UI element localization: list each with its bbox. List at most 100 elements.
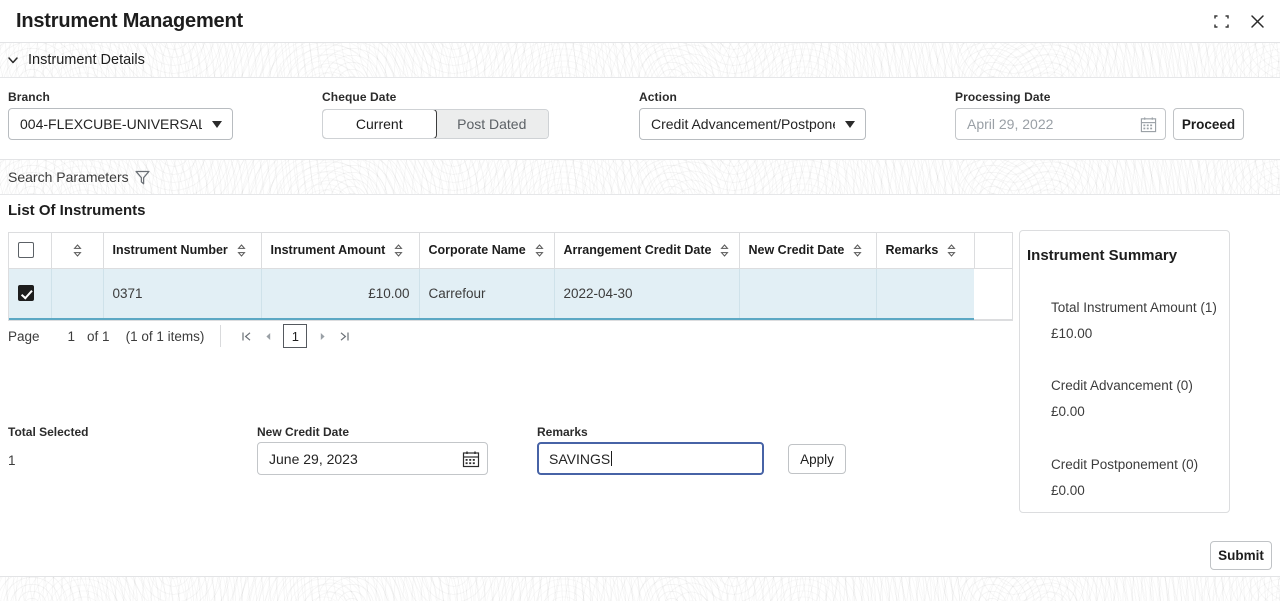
column-label: Instrument Number — [112, 243, 228, 258]
sort-icon[interactable] — [720, 243, 730, 257]
column-label: New Credit Date — [748, 243, 845, 258]
sort-icon[interactable] — [72, 243, 82, 257]
sort-icon[interactable] — [947, 243, 956, 257]
summary-item-name: Total Instrument Amount (1) — [1051, 300, 1217, 315]
column-header-instrument-number[interactable]: Instrument Number — [103, 233, 262, 269]
select-all-header — [9, 233, 52, 269]
cheque-date-option-post-dated[interactable]: Post Dated — [435, 110, 548, 138]
column-label: Corporate Name — [428, 243, 526, 258]
text-cursor — [611, 451, 613, 466]
summary-item-credit-postponement: Credit Postponement (0) £0.00 — [1051, 457, 1198, 498]
summary-item-amount: £0.00 — [1051, 404, 1085, 419]
chevron-down-icon — [845, 120, 855, 128]
pagination-page-label: Page — [8, 328, 40, 344]
new-credit-date-label: New Credit Date — [257, 425, 350, 439]
pagination-divider — [220, 325, 222, 347]
remarks-label: Remarks — [537, 425, 588, 439]
remarks-input[interactable]: SAVINGS — [537, 442, 764, 475]
table-header-row: Instrument Number Instrument Amount Corp… — [9, 233, 1012, 269]
cell-instrument-amount: £10.00 — [261, 268, 420, 320]
branch-label: Branch — [8, 90, 50, 104]
pagination-current-page[interactable]: 1 — [283, 324, 308, 348]
column-header-corporate-name[interactable]: Corporate Name — [419, 233, 555, 269]
window-controls — [1210, 0, 1268, 43]
section-title: Instrument Details — [28, 52, 145, 68]
new-credit-date-value: June 29, 2023 — [269, 450, 358, 467]
action-value: Credit Advancement/Postpone — [651, 116, 835, 132]
submit-button[interactable]: Submit — [1210, 541, 1272, 570]
summary-item-amount: £0.00 — [1051, 483, 1085, 498]
select-all-checkbox[interactable] — [18, 242, 34, 259]
pagination: Page 1 of 1 (1 of 1 items) 1 — [8, 320, 355, 352]
cell-new-credit-date — [739, 268, 877, 320]
summary-item-amount: £10.00 — [1051, 326, 1093, 341]
instrument-summary-title: Instrument Summary — [1027, 247, 1178, 264]
column-header-filler — [974, 233, 1012, 269]
last-page-icon[interactable] — [333, 324, 355, 348]
column-label: Arrangement Credit Date — [563, 243, 712, 258]
calendar-icon[interactable] — [1140, 116, 1157, 133]
action-select[interactable]: Credit Advancement/Postpone — [639, 108, 866, 140]
column-header-new-credit-date[interactable]: New Credit Date — [739, 233, 877, 269]
calendar-icon[interactable] — [462, 450, 480, 468]
footer-pattern-band — [0, 577, 1280, 601]
sort-icon[interactable] — [237, 243, 246, 257]
chevron-down-icon — [212, 120, 222, 128]
branch-value: 004-FLEXCUBE-UNIVERSAL-B — [20, 116, 202, 132]
sort-icon[interactable] — [394, 243, 403, 257]
column-header-instrument-amount[interactable]: Instrument Amount — [261, 233, 420, 269]
row-expand-cell — [51, 268, 104, 320]
expand-column-header — [51, 233, 104, 269]
search-parameters-bar: Search Parameters — [0, 160, 1280, 195]
instrument-management-window: Instrument Management Instrument Details… — [0, 0, 1280, 601]
cell-remarks — [876, 268, 974, 320]
summary-item-name: Credit Postponement (0) — [1051, 457, 1199, 472]
first-page-icon[interactable] — [235, 324, 257, 348]
proceed-button[interactable]: Proceed — [1173, 108, 1244, 140]
summary-item-credit-advancement: Credit Advancement (0) £0.00 — [1051, 378, 1193, 419]
collapse-icon[interactable] — [1210, 11, 1232, 33]
total-selected-value: 1 — [8, 453, 16, 468]
remarks-value: SAVINGS — [549, 450, 611, 467]
cell-instrument-number[interactable]: 0371 — [103, 268, 262, 320]
column-header-arrangement-credit-date[interactable]: Arrangement Credit Date — [554, 233, 740, 269]
instrument-details-form: Branch 004-FLEXCUBE-UNIVERSAL-B Cheque D… — [0, 78, 1280, 160]
cell-arrangement-credit-date: 2022-04-30 — [554, 268, 740, 320]
previous-page-icon[interactable] — [257, 324, 279, 348]
next-page-icon[interactable] — [311, 324, 333, 348]
bulk-update-form: Total Selected 1 New Credit Date June 29… — [0, 418, 1013, 528]
chevron-down-icon[interactable] — [4, 51, 22, 69]
action-label: Action — [639, 90, 677, 104]
processing-date-value: April 29, 2022 — [967, 116, 1054, 132]
instrument-summary-card: Instrument Summary Total Instrument Amou… — [1019, 230, 1230, 513]
new-credit-date-field[interactable]: June 29, 2023 — [257, 442, 488, 475]
column-label: Remarks — [885, 243, 939, 258]
search-parameters-label: Search Parameters — [8, 169, 129, 185]
summary-item-name: Credit Advancement (0) — [1051, 378, 1193, 393]
sort-icon[interactable] — [535, 243, 544, 257]
row-checkbox[interactable] — [18, 285, 34, 302]
branch-select[interactable]: 004-FLEXCUBE-UNIVERSAL-B — [8, 108, 233, 140]
table-row[interactable]: 0371 £10.00 Carrefour 2022-04-30 — [9, 268, 1012, 320]
pagination-page-number: 1 — [67, 328, 76, 344]
window-title-bar: Instrument Management — [0, 0, 1280, 43]
total-selected-label: Total Selected — [8, 425, 89, 439]
processing-date-label: Processing Date — [955, 90, 1051, 104]
summary-item-total-instrument-amount: Total Instrument Amount (1) £10.00 — [1051, 300, 1217, 341]
column-header-remarks[interactable]: Remarks — [876, 233, 975, 269]
sort-icon[interactable] — [853, 243, 862, 257]
filter-icon[interactable] — [134, 169, 151, 186]
cell-filler — [974, 268, 1012, 320]
processing-date-field[interactable]: April 29, 2022 — [955, 108, 1166, 140]
close-icon[interactable] — [1246, 11, 1268, 33]
cheque-date-label: Cheque Date — [322, 90, 397, 104]
cell-corporate-name: Carrefour — [419, 268, 555, 320]
pagination-of-label: of 1 — [87, 328, 110, 344]
apply-button[interactable]: Apply — [788, 444, 846, 474]
row-select-cell[interactable] — [9, 268, 52, 320]
instrument-details-section-header[interactable]: Instrument Details — [0, 43, 1280, 78]
cheque-date-option-current[interactable]: Current — [323, 110, 437, 138]
page-title: Instrument Management — [16, 9, 243, 32]
instruments-table: Instrument Number Instrument Amount Corp… — [8, 232, 1013, 321]
column-label: Instrument Amount — [270, 243, 386, 258]
